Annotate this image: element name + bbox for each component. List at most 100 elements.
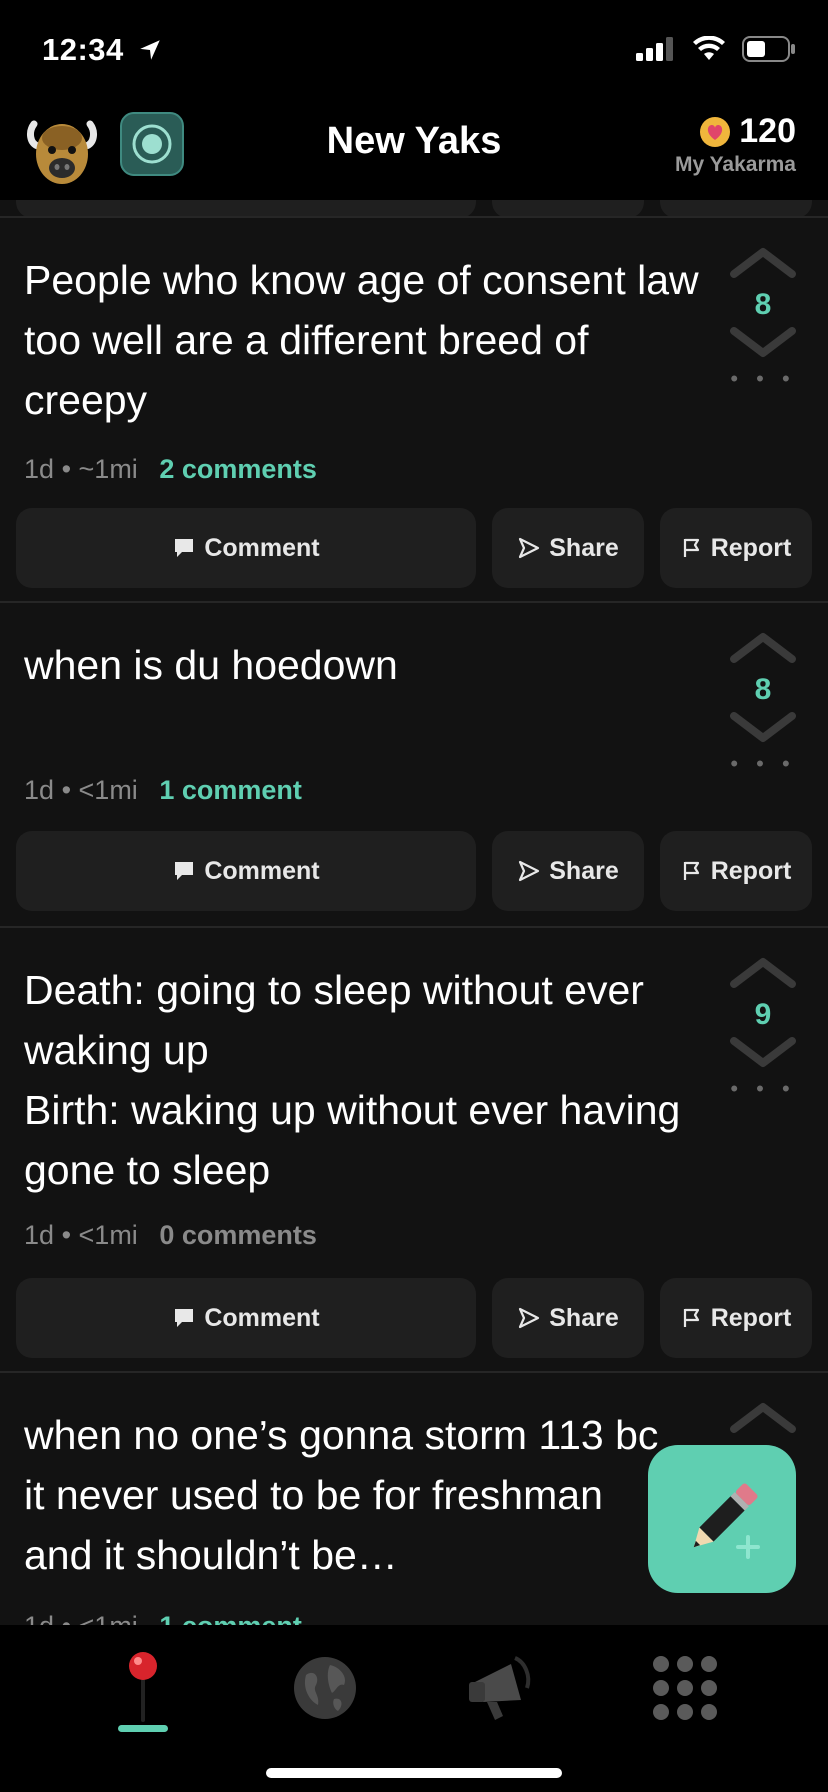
tab-announcements[interactable] — [456, 1643, 546, 1733]
more-options-icon[interactable]: • • • — [718, 751, 808, 777]
post-actions: Comment Share Report — [16, 1278, 812, 1358]
flag-icon — [683, 1308, 699, 1327]
comment-label: Comment — [204, 1303, 320, 1332]
post-distance: <1mi — [78, 1220, 138, 1250]
send-arrow-icon — [519, 1307, 540, 1329]
vote-control: 8 • • • — [718, 629, 808, 777]
share-label: Share — [549, 533, 619, 562]
comment-count-link[interactable]: 0 comments — [159, 1220, 317, 1250]
wifi-icon — [693, 36, 725, 60]
comment-count-link[interactable]: 1 comment — [159, 775, 302, 805]
send-arrow-icon — [519, 860, 540, 882]
vote-score: 9 — [754, 998, 772, 1031]
vote-control: 8 • • • — [718, 244, 808, 392]
share-button[interactable]: Share — [492, 831, 644, 911]
vote-score: 8 — [754, 288, 772, 321]
yakarma-row: 120 — [675, 112, 796, 151]
compose-yak-button[interactable] — [648, 1445, 796, 1593]
post-card[interactable]: Death: going to sleep without ever wakin… — [0, 926, 828, 1371]
comment-button[interactable]: Comment — [16, 1278, 476, 1358]
upvote-chevron-icon[interactable] — [728, 244, 798, 280]
upvote-chevron-icon[interactable] — [728, 1399, 798, 1435]
yakarma-count: 120 — [739, 112, 796, 150]
status-indicators — [636, 36, 796, 62]
report-label: Report — [710, 856, 792, 885]
status-bar: 12:34 — [0, 0, 828, 100]
meta-separator: • — [61, 1220, 72, 1250]
flag-icon — [683, 538, 699, 557]
report-label: Report — [710, 533, 792, 562]
tab-world[interactable] — [280, 1643, 370, 1733]
tab-local[interactable] — [98, 1643, 188, 1733]
app-header: New Yaks 120 My Yakarma — [0, 100, 828, 200]
comment-button[interactable]: Comment — [16, 831, 476, 911]
yakarma-badge[interactable]: 120 My Yakarma — [675, 112, 796, 177]
yak-feed[interactable]: People who know age of consent law too w… — [0, 200, 828, 1625]
post-text[interactable]: when is du hoedown — [24, 635, 704, 695]
post-distance: <1mi — [79, 1611, 138, 1625]
tab-more[interactable] — [640, 1643, 730, 1733]
bottom-tab-bar — [0, 1625, 828, 1792]
post-actions: Comment Share Report — [16, 831, 812, 911]
flag-icon — [683, 861, 699, 880]
post-meta: 1d • ~1mi 2 comments — [24, 454, 317, 485]
share-button[interactable]: Share — [492, 508, 644, 588]
grid-icon — [653, 1656, 717, 1720]
post-age: 1d — [24, 775, 55, 805]
share-label: Share — [549, 856, 619, 885]
channel-badge-icon[interactable] — [120, 112, 184, 176]
post-meta: 1d • <1mi 1 comment — [24, 1611, 302, 1625]
meta-separator: • — [62, 1611, 71, 1625]
upvote-chevron-icon[interactable] — [728, 954, 798, 990]
comment-count-link[interactable]: 1 comment — [159, 1611, 302, 1625]
comment-count-link[interactable]: 2 comments — [159, 454, 317, 484]
heart-coin-icon — [700, 116, 731, 147]
speech-bubble-icon — [175, 862, 194, 880]
share-button[interactable]: Share — [492, 1278, 644, 1358]
upvote-chevron-icon[interactable] — [728, 629, 798, 665]
speech-bubble-icon — [175, 539, 194, 557]
pencil-plus-icon — [693, 1483, 760, 1559]
profile-avatar[interactable] — [26, 110, 98, 184]
post-text[interactable]: Death: going to sleep without ever wakin… — [24, 960, 704, 1200]
more-options-icon[interactable]: • • • — [718, 366, 808, 392]
post-distance: ~1mi — [78, 454, 138, 484]
map-pin-icon — [129, 1652, 157, 1722]
meta-separator: • — [61, 454, 72, 484]
more-options-icon[interactable]: • • • — [718, 1076, 808, 1102]
status-time: 12:34 — [42, 32, 163, 68]
megaphone-icon — [469, 1656, 531, 1720]
yakarma-label: My Yakarma — [674, 153, 796, 176]
downvote-chevron-icon[interactable] — [728, 325, 798, 361]
comment-label: Comment — [204, 533, 320, 562]
post-age: 1d — [24, 1611, 54, 1625]
clock-text: 12:34 — [42, 32, 124, 67]
report-button[interactable]: Report — [660, 508, 812, 588]
post-text[interactable]: People who know age of consent law too w… — [24, 250, 704, 430]
home-indicator — [266, 1768, 562, 1778]
report-button[interactable]: Report — [660, 1278, 812, 1358]
send-arrow-icon — [519, 537, 540, 559]
report-button[interactable]: Report — [660, 831, 812, 911]
post-card[interactable]: People who know age of consent law too w… — [0, 216, 828, 601]
globe-icon — [294, 1657, 356, 1719]
vote-score: 8 — [754, 673, 772, 706]
post-age: 1d — [24, 1220, 55, 1250]
share-label: Share — [549, 1303, 619, 1332]
comment-label: Comment — [204, 856, 320, 885]
speech-bubble-icon — [175, 1309, 194, 1327]
active-tab-indicator — [118, 1725, 168, 1732]
battery-icon — [742, 36, 795, 62]
post-age: 1d — [24, 454, 55, 484]
yak-avatar-icon — [27, 120, 97, 184]
vote-control: 9 • • • — [718, 954, 808, 1102]
post-card[interactable]: when is du hoedown 1d • <1mi 1 comment 8… — [0, 601, 828, 926]
downvote-chevron-icon[interactable] — [728, 710, 798, 746]
vote-control — [718, 1399, 808, 1440]
post-distance: <1mi — [78, 775, 138, 805]
comment-button[interactable]: Comment — [16, 508, 476, 588]
post-text[interactable]: when no one’s gonna storm 113 bc it neve… — [24, 1405, 664, 1585]
post-meta: 1d • <1mi 0 comments — [24, 1220, 317, 1251]
downvote-chevron-icon[interactable] — [728, 1035, 798, 1071]
location-arrow-icon — [140, 40, 160, 60]
